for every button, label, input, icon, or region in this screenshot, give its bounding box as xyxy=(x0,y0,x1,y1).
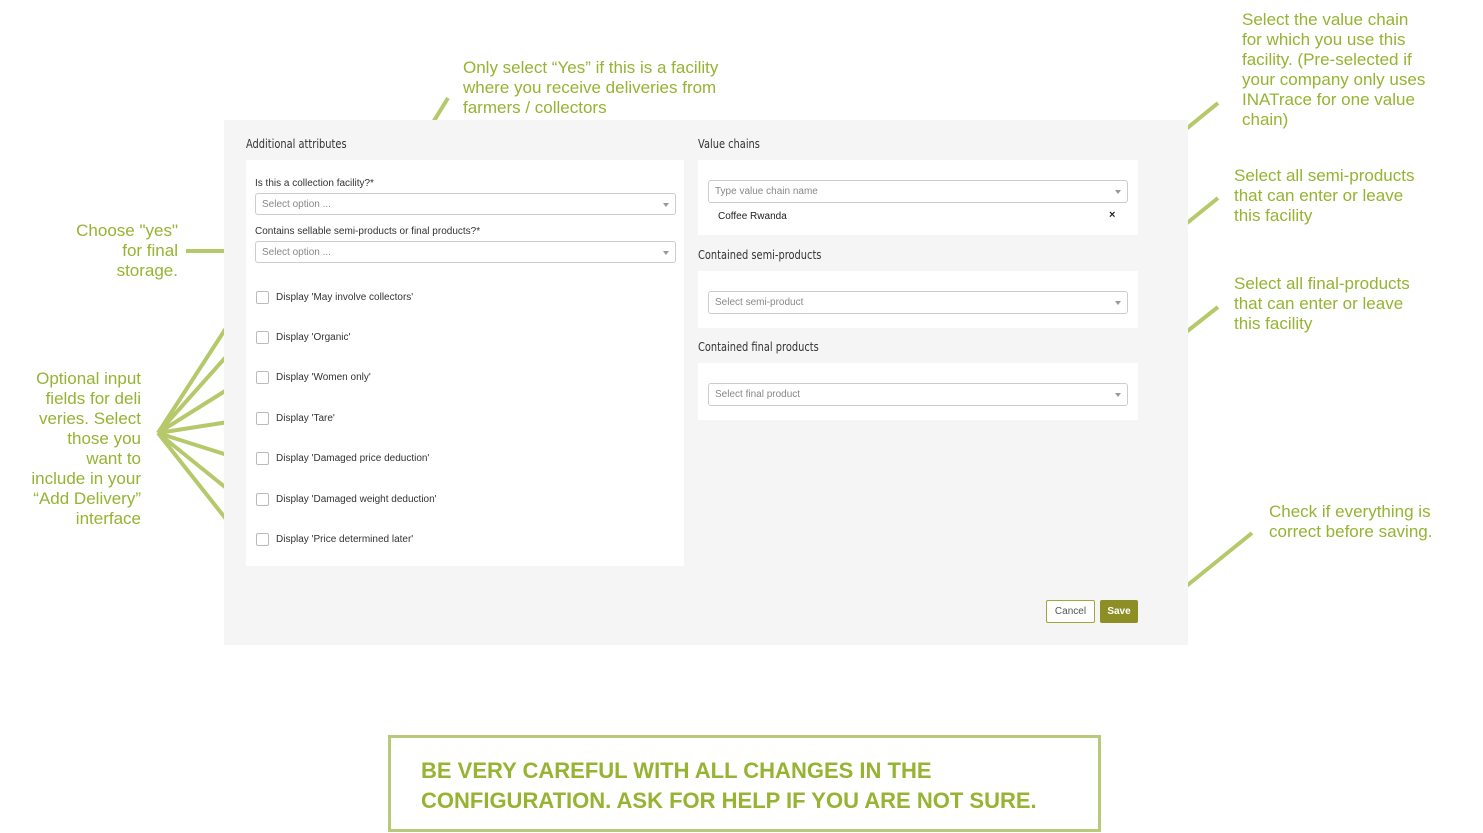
warning-box: BE VERY CAREFUL WITH ALL CHANGES IN THE … xyxy=(388,735,1101,832)
warning-line: CONFIGURATION. ASK FOR HELP IF YOU ARE N… xyxy=(421,788,1037,813)
final-product-select[interactable]: Select final product xyxy=(708,383,1128,406)
chevron-down-icon xyxy=(663,251,669,255)
checkbox[interactable] xyxy=(256,371,269,384)
chevron-down-icon xyxy=(1115,301,1121,305)
value-chain-selected-item: Coffee Rwanda xyxy=(718,211,787,222)
note-line: Optional input xyxy=(36,369,141,388)
final-products-note: Select all final-products that can enter… xyxy=(1234,274,1410,334)
note-line: for final xyxy=(122,241,178,260)
note-line: that can enter or leave xyxy=(1234,186,1404,205)
note-line: fields for deli xyxy=(45,389,141,408)
checkbox-label: Display 'Organic' xyxy=(276,332,351,343)
value-chain-input[interactable]: Type value chain name xyxy=(708,180,1128,203)
final-products-card: Select final product xyxy=(698,363,1138,420)
note-line: where you receive deliveries from xyxy=(463,78,717,97)
save-note: Check if everything is correct before sa… xyxy=(1269,502,1432,542)
cancel-button[interactable]: Cancel xyxy=(1046,600,1095,623)
note-line: Select the value chain xyxy=(1242,10,1409,29)
semi-products-title: Contained semi-products xyxy=(698,248,822,262)
note-line: this facility xyxy=(1234,206,1313,225)
chevron-down-icon xyxy=(663,203,669,207)
note-line: Select all semi-products xyxy=(1234,166,1415,185)
value-chain-placeholder: Type value chain name xyxy=(715,186,818,197)
note-line: those you xyxy=(67,429,141,448)
value-chains-title: Value chains xyxy=(698,137,760,151)
final-products-title: Contained final products xyxy=(698,340,819,354)
note-line: that can enter or leave xyxy=(1234,294,1404,313)
note-line: Check if everything is xyxy=(1269,502,1431,521)
final-product-placeholder: Select final product xyxy=(715,389,801,400)
note-line: veries. Select xyxy=(38,409,141,428)
checkbox-label: Display 'Price determined later' xyxy=(276,534,414,545)
sellable-products-select[interactable]: Select option ... xyxy=(255,241,676,263)
note-line: farmers / collectors xyxy=(463,98,607,117)
checkbox-label: Display 'May involve collectors' xyxy=(276,292,414,303)
note-line: interface xyxy=(75,509,141,528)
checkbox[interactable] xyxy=(256,291,269,304)
sellable-products-label: Contains sellable semi-products or final… xyxy=(255,226,481,237)
warning-text: BE VERY CAREFUL WITH ALL CHANGES IN THE … xyxy=(421,756,1037,816)
note-line: “Add Delivery” xyxy=(33,489,141,508)
checkbox[interactable] xyxy=(256,452,269,465)
optional-fields-note: Optional input fields for deli veries. S… xyxy=(4,369,141,529)
collection-facility-select[interactable]: Select option ... xyxy=(255,193,676,215)
chevron-down-icon xyxy=(1115,190,1121,194)
value-chain-note: Select the value chain for which you use… xyxy=(1242,10,1425,130)
note-line: this facility xyxy=(1234,314,1313,333)
checkbox[interactable] xyxy=(256,412,269,425)
checkbox-label: Display 'Women only' xyxy=(276,372,371,383)
checkbox[interactable] xyxy=(256,493,269,506)
note-line: Select all final-products xyxy=(1234,274,1410,293)
note-line: facility. (Pre-selected if xyxy=(1242,50,1412,69)
semi-product-select[interactable]: Select semi-product xyxy=(708,291,1128,314)
collection-facility-placeholder: Select option ... xyxy=(262,199,331,210)
semi-product-placeholder: Select semi-product xyxy=(715,297,804,308)
checkbox[interactable] xyxy=(256,331,269,344)
additional-attributes-card: Is this a collection facility?* Select o… xyxy=(246,160,684,566)
semi-products-note: Select all semi-products that can enter … xyxy=(1234,166,1414,226)
note-line: your company only uses xyxy=(1242,70,1426,89)
choose-yes-note: Choose "yes" for final storage. xyxy=(40,221,178,281)
checkbox[interactable] xyxy=(256,533,269,546)
semi-products-card: Select semi-product xyxy=(698,271,1138,328)
chevron-down-icon xyxy=(1115,393,1121,397)
note-line: INATrace for one value xyxy=(1242,90,1415,109)
note-line: storage. xyxy=(116,261,178,280)
collection-facility-note: Only select “Yes” if this is a facility … xyxy=(463,58,718,118)
additional-attributes-title: Additional attributes xyxy=(246,137,347,151)
note-line: want to xyxy=(86,449,141,468)
warning-line: BE VERY CAREFUL WITH ALL CHANGES IN THE xyxy=(421,758,932,783)
checkbox-label: Display 'Damaged weight deduction' xyxy=(276,494,437,505)
collection-facility-label: Is this a collection facility?* xyxy=(255,178,374,189)
note-line: for which you use this xyxy=(1242,30,1406,49)
checkbox-label: Display 'Damaged price deduction' xyxy=(276,453,430,464)
sellable-products-placeholder: Select option ... xyxy=(262,247,331,258)
note-line: Choose "yes" xyxy=(76,221,178,240)
close-icon[interactable]: × xyxy=(1109,209,1115,221)
note-line: include in your xyxy=(31,469,141,488)
value-chains-card: Type value chain name Coffee Rwanda × xyxy=(698,160,1138,235)
save-button[interactable]: Save xyxy=(1100,600,1138,623)
note-line: correct before saving. xyxy=(1269,522,1433,541)
note-line: chain) xyxy=(1242,110,1289,129)
note-line: Only select “Yes” if this is a facility xyxy=(463,58,719,77)
checkbox-label: Display 'Tare' xyxy=(276,413,335,424)
